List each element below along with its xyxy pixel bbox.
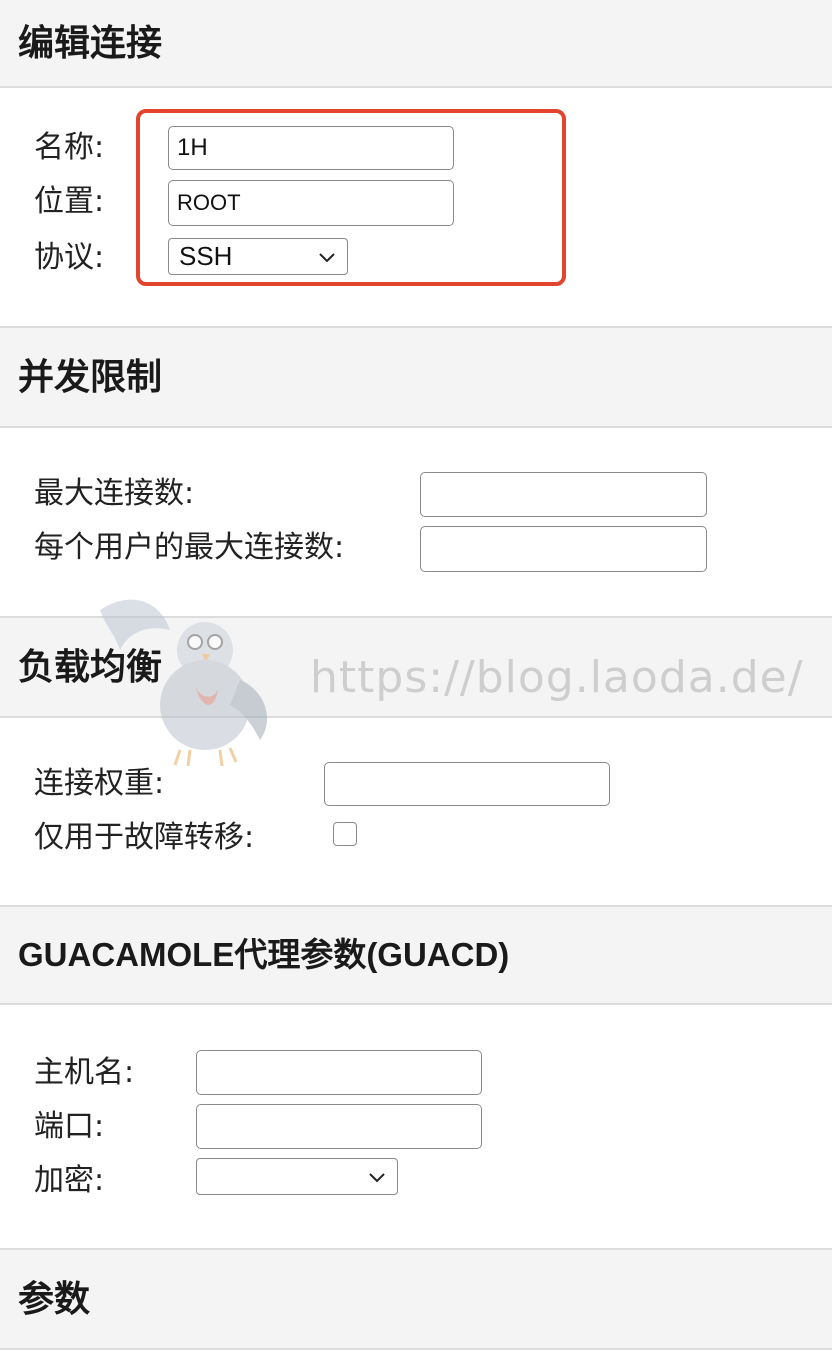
max-per-user-input[interactable]: [420, 526, 707, 572]
name-label: 名称:: [34, 130, 105, 165]
encryption-label: 加密:: [34, 1163, 105, 1198]
section-title-guacd: GUACAMOLE代理参数(GUACD): [18, 936, 510, 973]
max-per-user-label: 每个用户的最大连接数:: [34, 530, 345, 565]
highlight-annotation-box: [136, 109, 566, 286]
section-header-parameters: 参数: [0, 1248, 832, 1350]
port-input[interactable]: [196, 1104, 482, 1149]
weight-label: 连接权重:: [34, 766, 165, 801]
pigeon-mascot-icon: [100, 599, 268, 767]
weight-input[interactable]: [324, 762, 610, 806]
section-header-concurrency: 并发限制: [0, 326, 832, 428]
failover-only-label: 仅用于故障转移:: [34, 820, 255, 855]
failover-only-checkbox[interactable]: [333, 822, 357, 846]
protocol-label: 协议:: [34, 240, 105, 275]
max-connections-input[interactable]: [420, 472, 707, 517]
section-title-edit-connection: 编辑连接: [18, 22, 163, 63]
hostname-label: 主机名:: [34, 1055, 135, 1090]
section-title-concurrency: 并发限制: [18, 356, 163, 397]
chevron-down-icon: [369, 1172, 385, 1182]
watermark-text: https://blog.laoda.de/: [310, 652, 804, 703]
encryption-select[interactable]: [196, 1158, 398, 1195]
section-header-guacd: GUACAMOLE代理参数(GUACD): [0, 905, 832, 1005]
hostname-input[interactable]: [196, 1050, 482, 1095]
section-title-parameters: 参数: [18, 1278, 91, 1319]
location-label: 位置:: [34, 184, 105, 219]
section-header-edit-connection: 编辑连接: [0, 0, 832, 88]
max-connections-label: 最大连接数:: [34, 476, 195, 511]
port-label: 端口:: [34, 1109, 105, 1144]
